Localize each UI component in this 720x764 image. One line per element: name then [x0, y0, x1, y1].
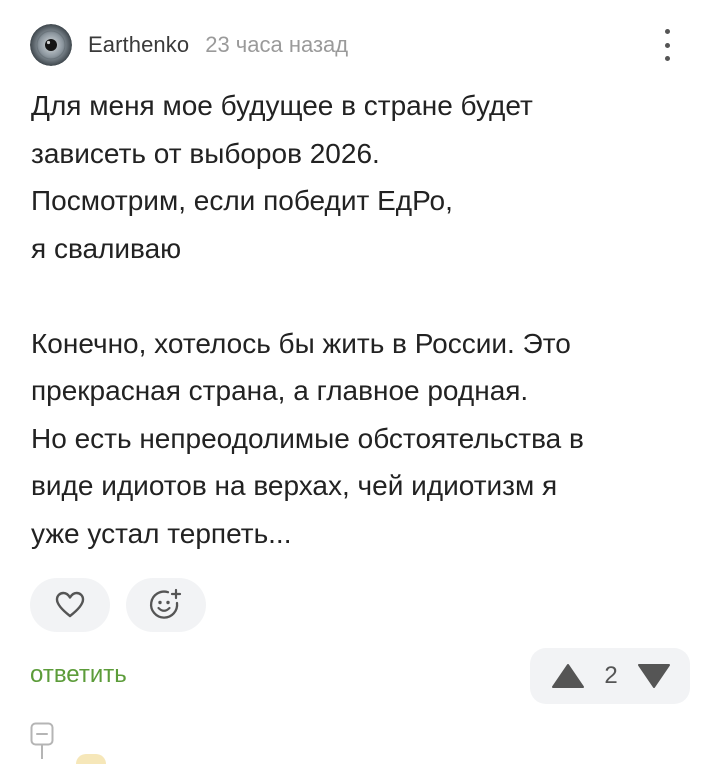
like-button[interactable]	[30, 578, 110, 632]
comment-line: Для меня мое будущее в стране будет	[31, 90, 533, 121]
reaction-row	[30, 578, 206, 632]
comment-line: я сваливаю	[31, 232, 182, 264]
comment-line: зависеть от выборов 2026.	[31, 137, 380, 169]
heart-icon	[55, 591, 85, 618]
comment-timestamp: 23 часа назад	[205, 32, 349, 57]
triangle-down-icon	[637, 664, 670, 688]
comment-text: Для меня мое будущее в стране будет зави…	[31, 82, 691, 557]
rating-value: 2	[604, 662, 618, 689]
add-reaction-button[interactable]	[126, 578, 206, 632]
next-comment-avatar	[76, 754, 106, 764]
add-emoji-icon	[149, 588, 182, 619]
author-name[interactable]: Earthenko	[88, 32, 189, 58]
rating-control: 2	[530, 648, 690, 704]
comment-line: Посмотрим, если победит ЕдРо,	[31, 185, 453, 216]
comment-line: прекрасная страна, а главное родная.	[31, 375, 529, 406]
more-vertical-icon	[664, 29, 670, 34]
avatar[interactable]	[30, 24, 72, 66]
comment-line: Но есть непреодолимые обстоятельства в	[31, 422, 584, 454]
collapse-thread-button[interactable]	[30, 722, 54, 759]
comment-line: виде идиотов на верхах, чей идиотизм я	[31, 470, 558, 501]
downvote-button[interactable]	[636, 661, 672, 691]
triangle-up-icon	[552, 664, 584, 688]
comment-header: Earthenko 23 часа назад	[30, 24, 690, 66]
comment-blank-line	[31, 272, 691, 320]
upvote-button[interactable]	[550, 661, 586, 691]
more-options-button[interactable]	[652, 27, 682, 63]
comment-line: Конечно, хотелось бы жить в России. Это	[31, 327, 571, 359]
eye-avatar-icon	[30, 24, 72, 66]
collapse-thread-icon	[30, 722, 54, 759]
reply-button[interactable]: ответить	[30, 661, 127, 689]
comment-line: уже устал терпеть...	[31, 517, 292, 549]
